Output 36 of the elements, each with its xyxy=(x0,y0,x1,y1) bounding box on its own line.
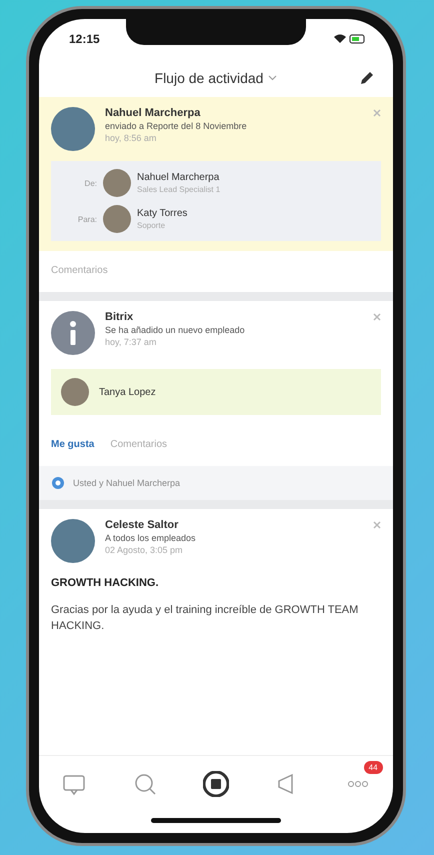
post-subtitle: enviado a Reporte del 8 Noviembre xyxy=(105,121,247,131)
wifi-battery-icon xyxy=(332,33,367,45)
post-heading: GROWTH HACKING. xyxy=(51,577,160,589)
post-subtitle: A todos los empleados xyxy=(105,533,196,543)
info-icon xyxy=(51,311,95,355)
notification-badge: 44 xyxy=(364,761,383,774)
avatar-photo xyxy=(51,519,95,563)
feed-tab-icon[interactable] xyxy=(202,771,229,797)
avatar-photo xyxy=(103,169,131,197)
post-author[interactable]: Bitrix xyxy=(105,311,245,323)
post-body: Gracias por la ayuda y el training increíble de GROWTH TEAM HACKING. xyxy=(51,603,360,634)
feed-title-dropdown[interactable]: Flujo de actividad xyxy=(154,70,278,86)
post-time: hoy, 8:56 am xyxy=(105,133,158,143)
close-icon[interactable] xyxy=(373,521,381,529)
person-name[interactable]: Katy Torres xyxy=(137,208,188,219)
person-role: De: xyxy=(84,178,97,188)
person-name[interactable]: Nahuel Marcherpa xyxy=(137,172,220,183)
person-position: Sales Lead Specialist 1 xyxy=(137,185,220,194)
avatar-photo xyxy=(103,205,131,233)
like-icon xyxy=(51,476,65,490)
person-position: Soporte xyxy=(137,221,166,230)
employee-name[interactable]: Tanya Lopez xyxy=(99,386,156,398)
post-action-link[interactable]: Me gusta xyxy=(51,439,94,450)
status-time: 12:15 xyxy=(69,32,100,46)
person-role: Para: xyxy=(76,214,97,224)
post-time: 02 Agosto, 3:05 pm xyxy=(105,545,184,555)
avatar-photo xyxy=(61,378,89,406)
close-icon[interactable] xyxy=(373,109,381,117)
pencil-icon[interactable] xyxy=(359,70,375,86)
caret-icon[interactable] xyxy=(268,75,278,81)
post-subtitle: Se ha añadido un nuevo empleado xyxy=(105,325,245,335)
avatar-photo xyxy=(51,107,95,151)
post-author[interactable]: Celeste Saltor xyxy=(105,519,196,531)
post-time: hoy, 7:37 am xyxy=(105,337,158,347)
post-author[interactable]: Nahuel Marcherpa xyxy=(105,107,247,119)
close-icon[interactable] xyxy=(373,313,381,321)
